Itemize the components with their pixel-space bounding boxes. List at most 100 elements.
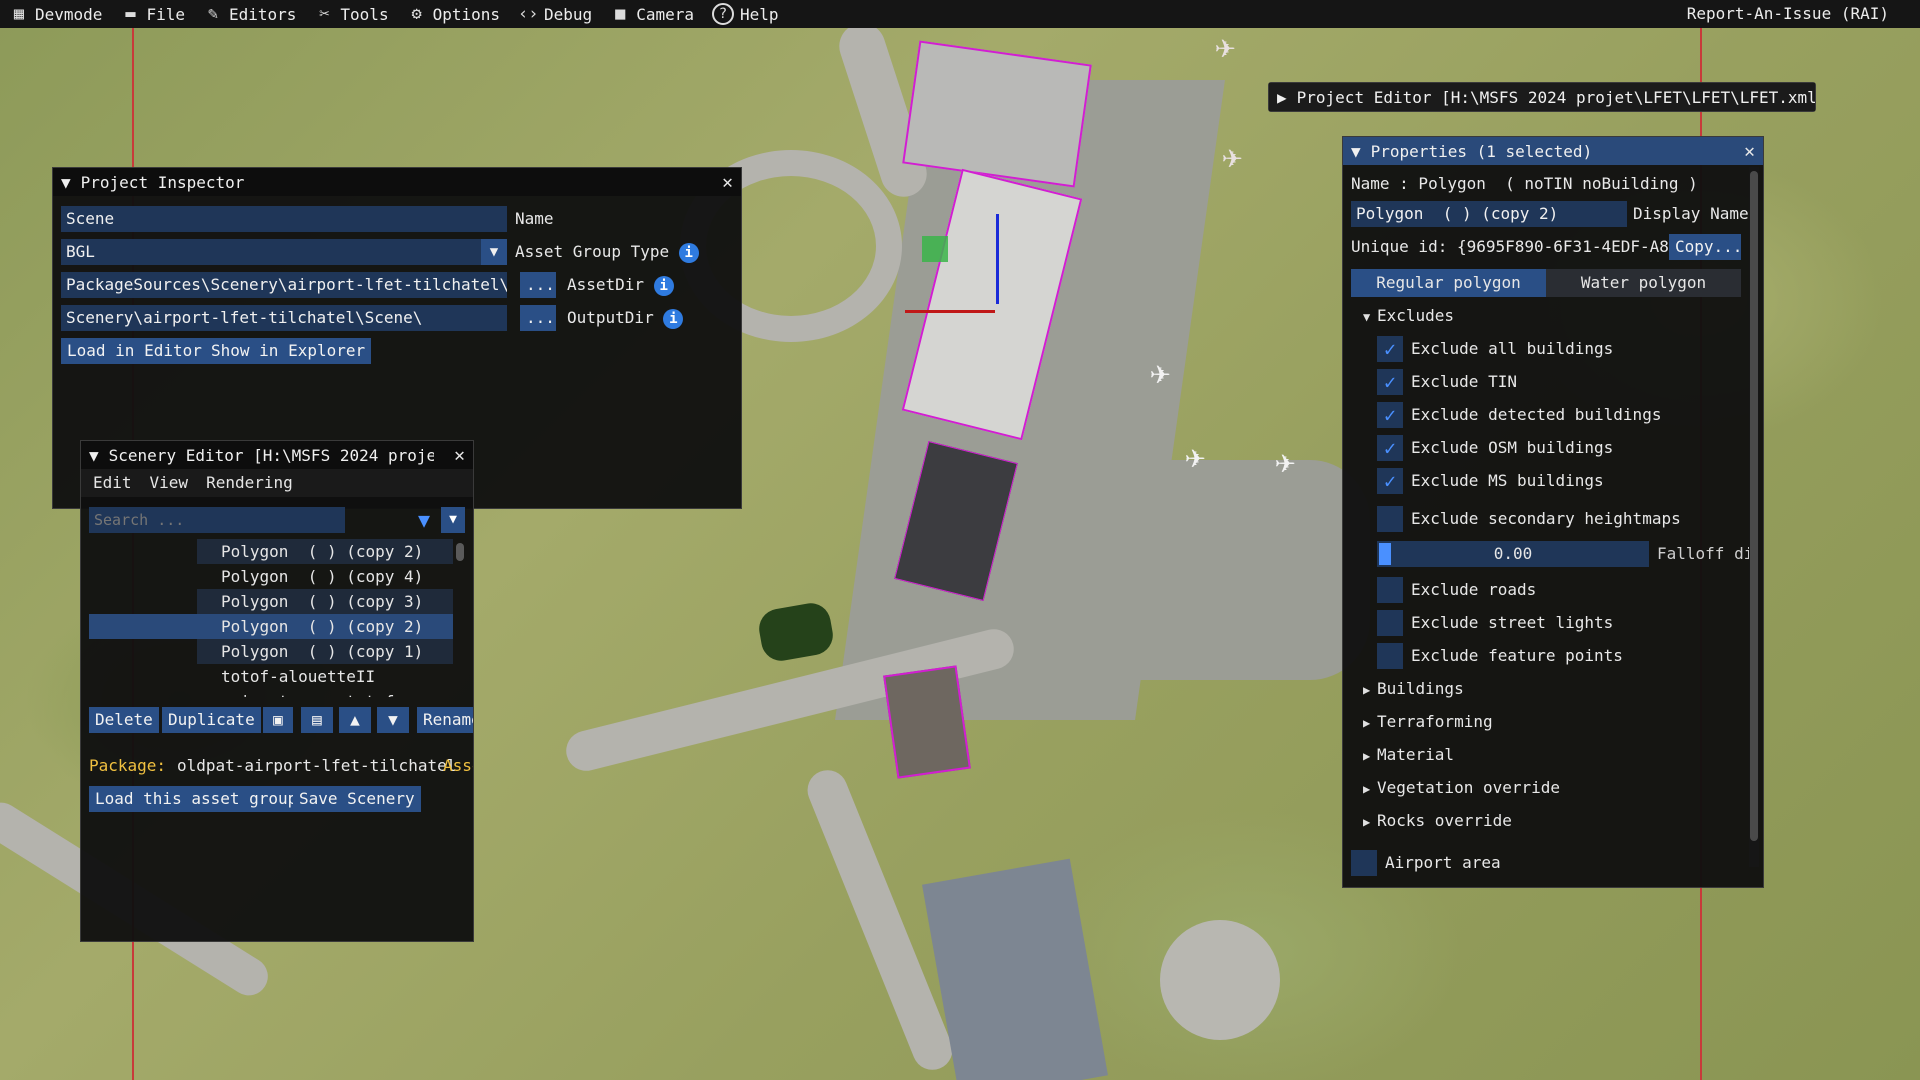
gizmo-plane-handle[interactable]: [922, 236, 948, 262]
exclude-tin-checkbox[interactable]: ✓: [1377, 369, 1403, 395]
exclude-street-lights-checkbox[interactable]: [1377, 610, 1403, 636]
falloff-label: Falloff di: [1657, 544, 1754, 563]
gear-icon: ⚙: [411, 4, 422, 24]
airport-area-checkbox[interactable]: [1351, 850, 1377, 876]
menu-help[interactable]: ? Help: [703, 0, 788, 28]
menu-rendering[interactable]: Rendering: [206, 469, 293, 497]
info-icon[interactable]: i: [653, 275, 674, 296]
asset-dir-browse-button[interactable]: ...: [520, 272, 556, 298]
gizmo-x-axis[interactable]: [905, 310, 995, 313]
exclude-secondary-heightmaps-checkbox[interactable]: [1377, 506, 1403, 532]
list-item[interactable]: Polygon ( ) (copy 3): [197, 589, 453, 614]
section-label: Vegetation override: [1377, 778, 1561, 797]
collapse-triangle-icon[interactable]: ▼: [89, 446, 99, 465]
scrollbar-thumb[interactable]: [1750, 171, 1758, 841]
output-dir-browse-button[interactable]: ...: [520, 305, 556, 331]
gizmo-y-axis[interactable]: [996, 214, 999, 304]
menu-view[interactable]: View: [150, 469, 189, 497]
falloff-slider[interactable]: 0.00: [1377, 541, 1649, 567]
close-icon[interactable]: ✕: [454, 444, 465, 466]
section-label: Excludes: [1377, 306, 1455, 325]
duplicate-button[interactable]: Duplicate: [162, 707, 261, 733]
list-item[interactable]: Polygon ( ) (copy 1): [197, 639, 453, 664]
menu-editors[interactable]: ✎ Editors: [194, 0, 305, 28]
display-name-input[interactable]: Polygon ( ) (copy 2): [1351, 201, 1627, 227]
move-to-folder-icon[interactable]: ▤: [301, 707, 333, 733]
exclude-osm-buildings-checkbox[interactable]: ✓: [1377, 435, 1403, 461]
move-down-icon[interactable]: ▼: [377, 707, 409, 733]
output-dir-label: OutputDir i: [567, 305, 684, 331]
unique-id: Unique id: {9695F890-6F31-4EDF-A8E0: [1351, 237, 1689, 256]
list-item-selected[interactable]: Polygon ( ) (copy 2): [89, 614, 453, 639]
collapse-triangle-icon[interactable]: ▼: [1351, 142, 1361, 161]
list-item[interactable]: Polygon ( ) (copy 2): [197, 539, 453, 564]
tab-water-polygon[interactable]: Water polygon: [1546, 269, 1741, 297]
section-buildings[interactable]: ▶ Buildings: [1363, 676, 1464, 702]
exclude-all-buildings-checkbox[interactable]: ✓: [1377, 336, 1403, 362]
section-rocks-override[interactable]: ▶ Rocks override: [1363, 808, 1512, 834]
chevron-down-icon[interactable]: ▼: [481, 239, 507, 265]
scrollbar[interactable]: [1749, 167, 1759, 867]
round-pad: [1160, 920, 1280, 1040]
info-icon[interactable]: i: [663, 308, 684, 329]
scrollbar-thumb[interactable]: [456, 543, 464, 561]
expand-triangle-icon[interactable]: ▶: [1277, 88, 1287, 107]
menu-options[interactable]: ⚙ Options: [398, 0, 509, 28]
window-title: Scenery Editor [H:\MSFS 2024 projet\LFET…: [108, 445, 434, 465]
tab-regular-polygon[interactable]: Regular polygon: [1351, 269, 1546, 297]
scene-name-input[interactable]: Scene: [61, 206, 507, 232]
section-terraforming[interactable]: ▶ Terraforming: [1363, 709, 1493, 735]
excludes-header[interactable]: ▼ Excludes: [1363, 303, 1454, 329]
menu-devmode[interactable]: ▦ Devmode: [0, 0, 111, 28]
close-icon[interactable]: ✕: [722, 172, 733, 193]
collapse-triangle-icon[interactable]: ▼: [61, 173, 71, 192]
load-in-editor-button[interactable]: Load in Editor: [61, 338, 208, 364]
project-inspector-titlebar[interactable]: ▼ Project Inspector ✕: [53, 168, 741, 196]
folder-icon: ▬: [125, 4, 136, 24]
package-label: Package:: [89, 756, 167, 775]
move-up-icon[interactable]: ▲: [339, 707, 371, 733]
expand-triangle-icon: ▶: [1363, 782, 1371, 796]
section-label: Rocks override: [1377, 811, 1512, 830]
scenery-editor-titlebar[interactable]: ▼ Scenery Editor [H:\MSFS 2024 projet\LF…: [81, 441, 473, 469]
filter-dropdown-icon[interactable]: ▼: [441, 507, 465, 533]
menu-edit[interactable]: Edit: [93, 469, 132, 497]
list-item[interactable]: Polygon ( ) (copy 4): [197, 564, 453, 589]
exclude-feature-points-checkbox[interactable]: [1377, 643, 1403, 669]
menu-tools[interactable]: ✂ Tools: [305, 0, 397, 28]
window-title: Project Editor [H:\MSFS 2024 projet\LFET…: [1296, 87, 1815, 107]
properties-titlebar[interactable]: ▼ Properties (1 selected) ✕: [1343, 137, 1763, 165]
asset-dir-input[interactable]: PackageSources\Scenery\airport-lfet-tilc…: [61, 272, 507, 298]
expand-triangle-icon: ▶: [1363, 815, 1371, 829]
info-icon[interactable]: i: [678, 242, 699, 263]
pond: [756, 600, 836, 664]
report-issue-button[interactable]: Report-An-Issue (RAI): [1678, 0, 1898, 28]
section-material[interactable]: ▶ Material: [1363, 742, 1454, 768]
project-editor-titlebar[interactable]: ▶ Project Editor [H:\MSFS 2024 projet\LF…: [1269, 83, 1815, 111]
section-vegetation-override[interactable]: ▶ Vegetation override: [1363, 775, 1560, 801]
menu-file[interactable]: ▬ File: [111, 0, 194, 28]
exclude-roads-checkbox[interactable]: [1377, 577, 1403, 603]
add-folder-icon[interactable]: ▣: [263, 707, 293, 733]
exclude-ms-buildings-checkbox[interactable]: ✓: [1377, 468, 1403, 494]
exclude-detected-buildings-checkbox[interactable]: ✓: [1377, 402, 1403, 428]
close-icon[interactable]: ✕: [1744, 141, 1755, 162]
checkbox-label: Exclude feature points: [1411, 646, 1623, 665]
load-asset-group-button[interactable]: Load this asset group: [89, 786, 304, 812]
search-input[interactable]: [89, 507, 345, 533]
copy-id-button[interactable]: Copy...: [1669, 234, 1742, 260]
output-dir-input[interactable]: Scenery\airport-lfet-tilchatel\Scene\: [61, 305, 507, 331]
rename-button[interactable]: Rename: [417, 707, 473, 733]
properties-window: ▼ Properties (1 selected) ✕ Name : Polyg…: [1342, 136, 1764, 888]
save-scenery-button[interactable]: Save Scenery: [293, 786, 421, 812]
menu-debug[interactable]: ‹› Debug: [509, 0, 601, 28]
menu-camera[interactable]: ■ Camera: [601, 0, 703, 28]
delete-button[interactable]: Delete: [89, 707, 159, 733]
tools-icon: ✂: [319, 4, 330, 24]
filter-icon[interactable]: ▼: [411, 507, 437, 533]
list-item[interactable]: avionstearmantotof: [197, 689, 453, 697]
asset-group-type-select[interactable]: BGL ▼: [61, 239, 507, 265]
show-in-explorer-button[interactable]: Show in Explorer: [205, 338, 372, 364]
menu-label: Editors: [228, 4, 297, 24]
list-item[interactable]: totof-alouetteII: [197, 664, 453, 689]
